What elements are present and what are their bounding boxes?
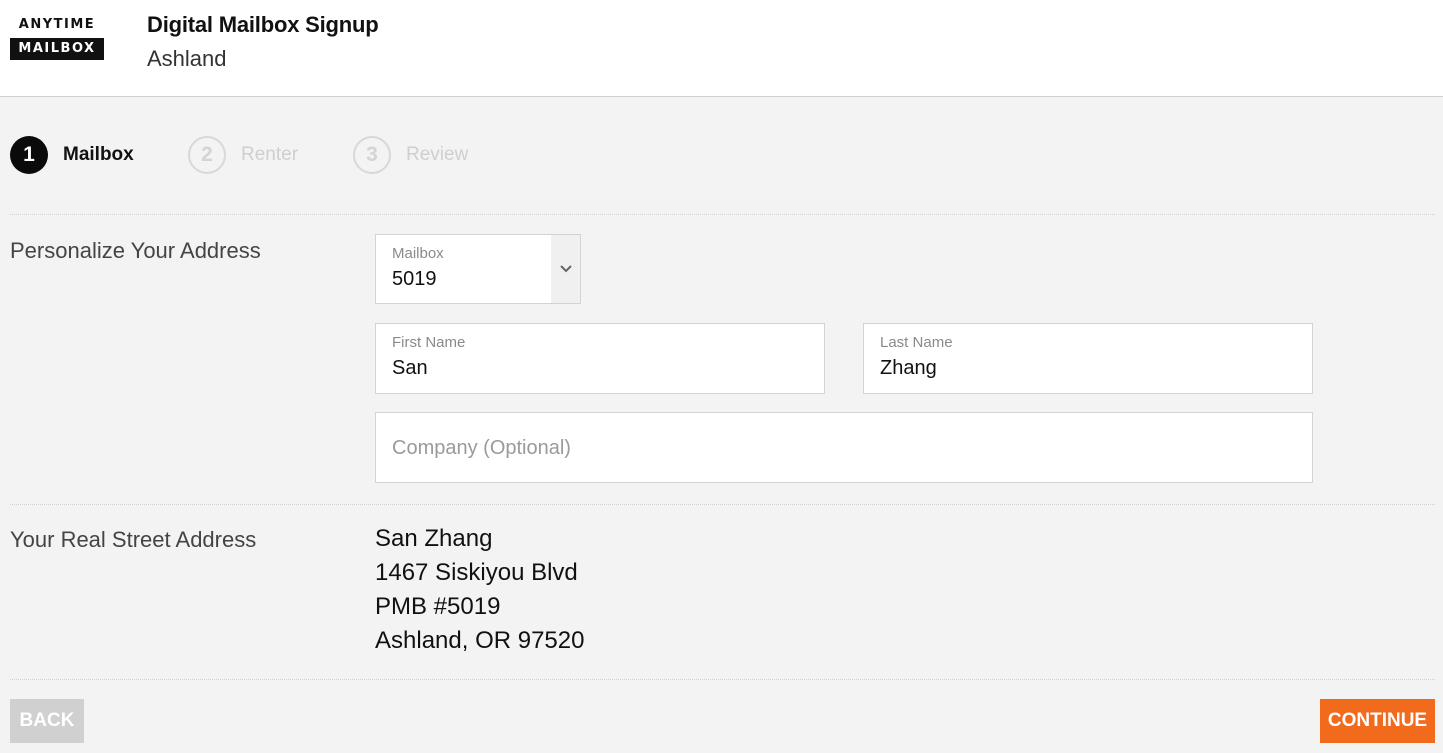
logo-text-bottom: MAILBOX (10, 38, 104, 60)
step-label: Review (406, 144, 469, 165)
street-address-section-label: Your Real Street Address (10, 527, 257, 552)
address-line-city: Ashland, OR 97520 (375, 627, 585, 654)
page-header: ANYTIME MAILBOX Digital Mailbox Signup A… (0, 0, 1443, 97)
section-divider (10, 679, 1435, 680)
last-name-field[interactable]: Last Name Zhang (863, 323, 1313, 394)
section-divider (10, 214, 1435, 215)
continue-button[interactable]: CONTINUE (1320, 699, 1435, 743)
last-name-value: Zhang (880, 357, 937, 379)
address-line-name: San Zhang (375, 525, 493, 552)
street-address-block: San Zhang 1467 Siskiyou Blvd PMB #5019 A… (375, 522, 584, 658)
first-name-field[interactable]: First Name San (375, 323, 825, 394)
back-button[interactable]: BACK (10, 699, 84, 743)
personalize-section-label: Personalize Your Address (10, 238, 261, 263)
anytime-mailbox-logo[interactable]: ANYTIME MAILBOX (10, 16, 104, 64)
mailbox-select-value: 5019 (392, 268, 437, 290)
last-name-label: Last Name (880, 334, 953, 351)
step-mailbox[interactable]: 1 Mailbox (10, 136, 134, 174)
step-review[interactable]: 3 Review (353, 136, 468, 174)
chevron-down-icon[interactable] (551, 235, 580, 303)
step-number-badge: 3 (353, 136, 391, 174)
step-label: Mailbox (63, 144, 134, 165)
mailbox-select[interactable]: Mailbox 5019 (375, 234, 581, 304)
page-title: Digital Mailbox Signup (147, 12, 379, 37)
section-divider (10, 504, 1435, 505)
step-number-badge: 1 (10, 136, 48, 174)
company-placeholder: Company (Optional) (392, 437, 571, 459)
address-line-pmb: PMB #5019 (375, 593, 501, 620)
step-number-badge: 2 (188, 136, 226, 174)
first-name-label: First Name (392, 334, 466, 351)
step-renter[interactable]: 2 Renter (188, 136, 298, 174)
logo-text-top: ANYTIME (18, 17, 96, 32)
location-subtitle: Ashland (147, 46, 227, 71)
step-label: Renter (241, 144, 299, 165)
address-line-street: 1467 Siskiyou Blvd (375, 559, 578, 586)
company-field[interactable]: Company (Optional) (375, 412, 1313, 483)
mailbox-select-label: Mailbox (392, 245, 444, 262)
first-name-value: San (392, 357, 428, 379)
